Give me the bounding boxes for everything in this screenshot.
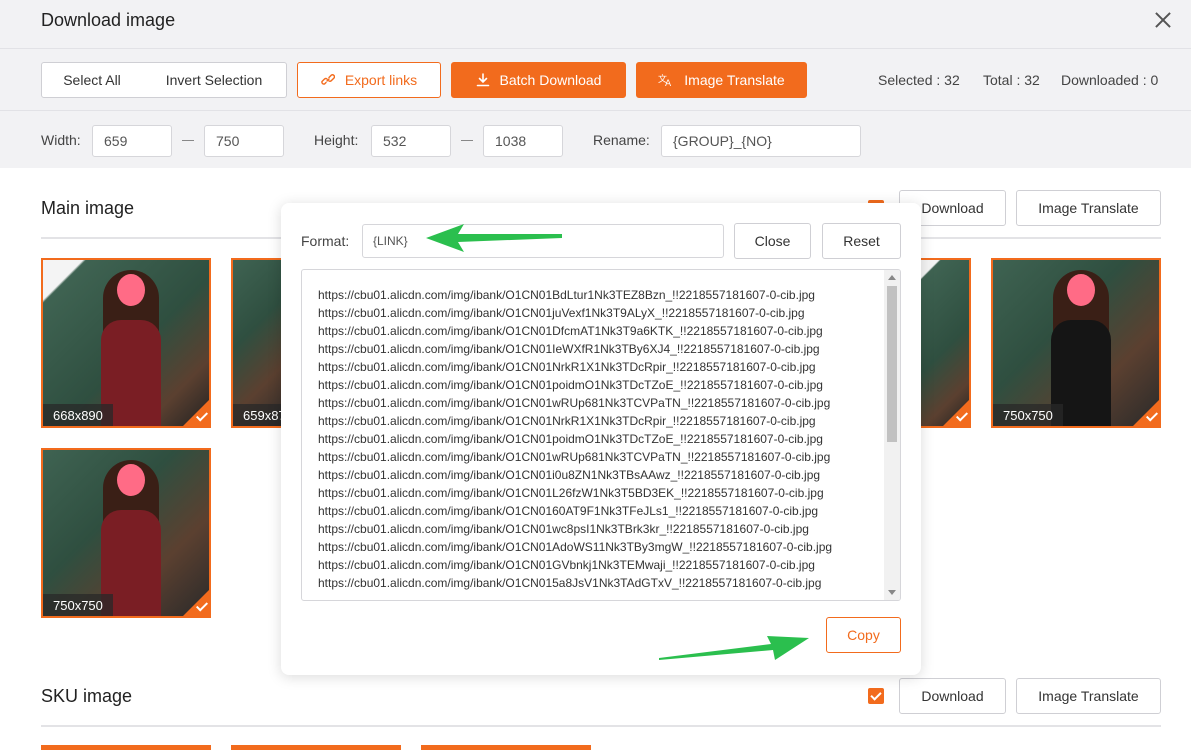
width-min-input[interactable]: 659 bbox=[92, 125, 172, 157]
translate-icon: 文A bbox=[658, 73, 674, 87]
link-line: https://cbu01.alicdn.com/img/ibank/O1CN0… bbox=[318, 360, 816, 374]
popup-close-label: Close bbox=[754, 233, 791, 249]
image-thumbnail[interactable]: 750x750 bbox=[41, 448, 211, 618]
image-thumbnail[interactable]: 750x750 bbox=[991, 258, 1161, 428]
height-min-input[interactable]: 532 bbox=[371, 125, 451, 157]
size-badge: 750x750 bbox=[43, 594, 113, 616]
link-line: https://cbu01.alicdn.com/img/ibank/O1CN0… bbox=[318, 522, 809, 536]
download-icon bbox=[476, 73, 490, 87]
popup-reset-label: Reset bbox=[843, 233, 880, 249]
link-line: https://cbu01.alicdn.com/img/ibank/O1CN0… bbox=[318, 504, 819, 518]
link-line: https://cbu01.alicdn.com/img/ibank/O1CN0… bbox=[318, 486, 824, 500]
sku-download-button[interactable]: Download bbox=[899, 678, 1006, 714]
link-line: https://cbu01.alicdn.com/img/ibank/O1CN0… bbox=[318, 306, 805, 320]
invert-selection-label: Invert Selection bbox=[165, 72, 263, 88]
export-links-button[interactable]: Export links bbox=[297, 62, 441, 98]
scroll-down-icon[interactable] bbox=[888, 590, 896, 595]
select-all-button[interactable]: Select All bbox=[41, 62, 143, 98]
face-blur bbox=[117, 274, 145, 306]
link-line: https://cbu01.alicdn.com/img/ibank/O1CN0… bbox=[318, 432, 823, 446]
sku-download-label: Download bbox=[921, 688, 984, 704]
popup-close-button[interactable]: Close bbox=[734, 223, 811, 259]
link-line: https://cbu01.alicdn.com/img/ibank/O1CN0… bbox=[318, 324, 823, 338]
size-badge: 668x890 bbox=[43, 404, 113, 426]
link-line: https://cbu01.alicdn.com/img/ibank/O1CN0… bbox=[318, 396, 831, 410]
format-label: Format: bbox=[301, 233, 350, 249]
link-list: https://cbu01.alicdn.com/img/ibank/O1CN0… bbox=[318, 286, 878, 592]
width-max-input[interactable]: 750 bbox=[204, 125, 284, 157]
rename-label: Rename: bbox=[593, 132, 650, 148]
sku-thumbnail[interactable] bbox=[41, 745, 211, 750]
link-icon bbox=[321, 73, 335, 87]
link-line: https://cbu01.alicdn.com/img/ibank/O1CN0… bbox=[318, 288, 815, 302]
link-line: https://cbu01.alicdn.com/img/ibank/O1CN0… bbox=[318, 540, 833, 554]
link-line: https://cbu01.alicdn.com/img/ibank/O1CN0… bbox=[318, 378, 823, 392]
links-textarea[interactable]: https://cbu01.alicdn.com/img/ibank/O1CN0… bbox=[301, 269, 901, 601]
scrollbar-thumb[interactable] bbox=[887, 286, 897, 442]
annotation-arrow-icon bbox=[426, 224, 562, 252]
rename-input[interactable]: {GROUP}_{NO} bbox=[661, 125, 861, 157]
close-icon[interactable] bbox=[1153, 10, 1173, 30]
batch-download-button[interactable]: Batch Download bbox=[451, 62, 626, 98]
section-divider bbox=[41, 725, 1161, 727]
copy-button[interactable]: Copy bbox=[826, 617, 901, 653]
selected-count: Selected : 32 bbox=[878, 72, 960, 88]
select-all-label: Select All bbox=[63, 72, 121, 88]
link-line: https://cbu01.alicdn.com/img/ibank/O1CN0… bbox=[318, 576, 822, 590]
export-links-label: Export links bbox=[344, 72, 418, 88]
image-thumbnail[interactable]: 668x890 bbox=[41, 258, 211, 428]
main-image-title: Main image bbox=[41, 198, 135, 218]
link-line: https://cbu01.alicdn.com/img/ibank/O1CN0… bbox=[318, 342, 820, 356]
main-image-translate-button[interactable]: Image Translate bbox=[1016, 190, 1161, 226]
face-blur bbox=[117, 464, 145, 496]
main-download-label: Download bbox=[921, 200, 984, 216]
main-image-translate-label: Image Translate bbox=[1038, 200, 1139, 216]
total-count: Total : 32 bbox=[983, 72, 1040, 88]
link-line: https://cbu01.alicdn.com/img/ibank/O1CN0… bbox=[318, 558, 815, 572]
annotation-arrow-icon bbox=[659, 636, 809, 660]
sku-select-checkbox[interactable] bbox=[868, 688, 884, 704]
range-dash bbox=[461, 140, 473, 141]
height-max-input[interactable]: 1038 bbox=[483, 125, 563, 157]
image-translate-button[interactable]: 文A Image Translate bbox=[636, 62, 807, 98]
link-line: https://cbu01.alicdn.com/img/ibank/O1CN0… bbox=[318, 450, 831, 464]
scroll-up-icon[interactable] bbox=[888, 275, 896, 280]
invert-selection-button[interactable]: Invert Selection bbox=[142, 62, 287, 98]
sku-image-translate-label: Image Translate bbox=[1038, 688, 1139, 704]
copy-label: Copy bbox=[847, 627, 880, 643]
link-line: https://cbu01.alicdn.com/img/ibank/O1CN0… bbox=[318, 414, 816, 428]
link-line: https://cbu01.alicdn.com/img/ibank/O1CN0… bbox=[318, 468, 821, 482]
dialog-title: Download image bbox=[41, 10, 176, 30]
export-links-popup: Format: {LINK} Close Reset https://cbu01… bbox=[281, 203, 921, 675]
width-label: Width: bbox=[41, 132, 81, 148]
size-badge: 750x750 bbox=[993, 404, 1063, 426]
sku-thumbnail[interactable] bbox=[231, 745, 401, 750]
downloaded-count: Downloaded : 0 bbox=[1061, 72, 1159, 88]
image-translate-label: Image Translate bbox=[684, 72, 785, 88]
sku-image-translate-button[interactable]: Image Translate bbox=[1016, 678, 1161, 714]
batch-download-label: Batch Download bbox=[499, 72, 602, 88]
popup-reset-button[interactable]: Reset bbox=[822, 223, 901, 259]
sku-image-title: SKU image bbox=[41, 686, 133, 706]
scrollbar[interactable] bbox=[884, 270, 900, 600]
divider bbox=[0, 110, 1191, 111]
sku-thumbnail[interactable] bbox=[421, 745, 591, 750]
face-blur bbox=[1067, 274, 1095, 306]
range-dash bbox=[182, 140, 194, 141]
divider bbox=[0, 48, 1191, 49]
svg-text:A: A bbox=[665, 79, 672, 87]
height-label: Height: bbox=[314, 132, 359, 148]
